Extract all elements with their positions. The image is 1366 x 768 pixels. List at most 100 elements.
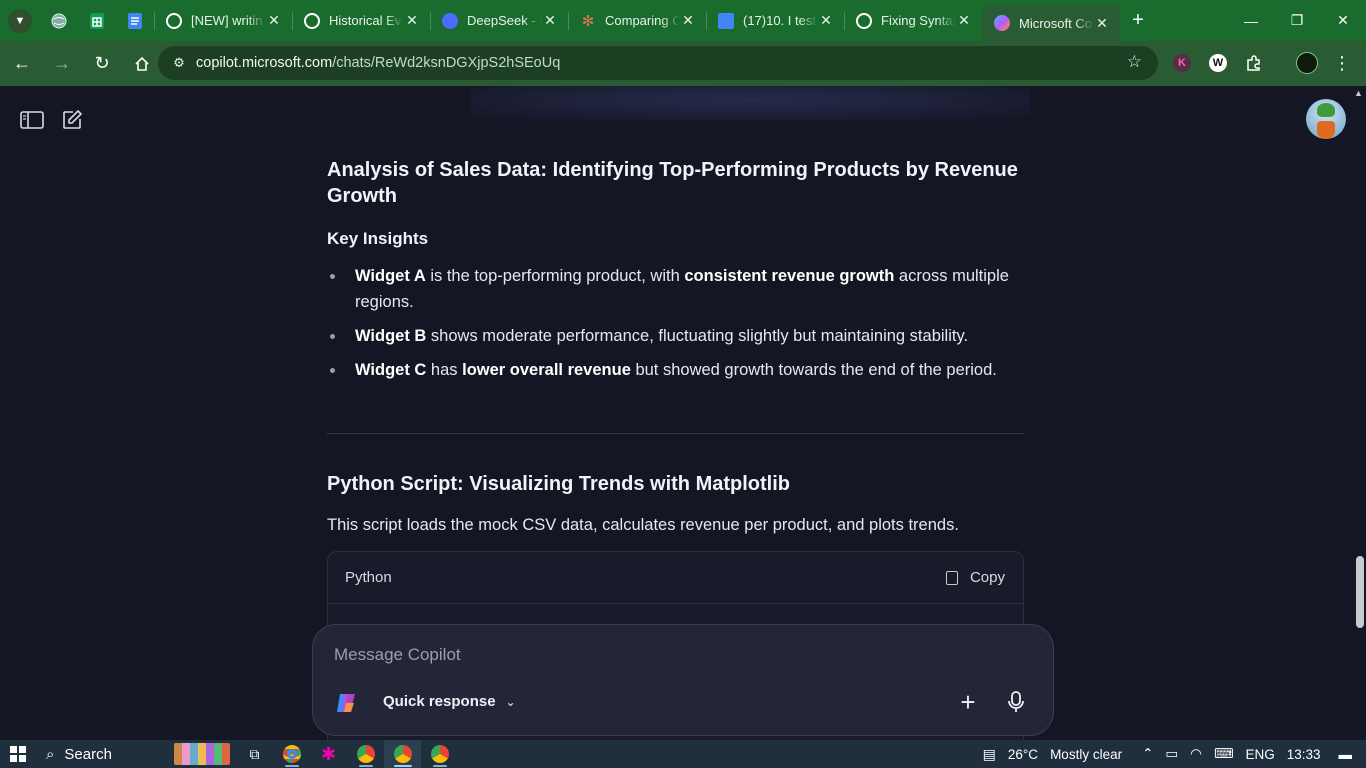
- site-info-icon[interactable]: ⚙: [164, 55, 194, 71]
- close-tab-icon[interactable]: ✕: [542, 12, 558, 29]
- extensions-puzzle-icon[interactable]: [1240, 49, 1268, 77]
- browser-tab-strip: ▼ [NEW] writin ✕ Historical Ev ✕ DeepSee…: [0, 0, 1366, 41]
- start-button[interactable]: [0, 740, 36, 768]
- tab-title: Fixing Syntax: [881, 13, 956, 28]
- battery-icon[interactable]: ▭: [1165, 746, 1178, 762]
- extension-k-icon[interactable]: K: [1168, 49, 1196, 77]
- slack-icon[interactable]: ✱: [310, 740, 347, 768]
- browser-tab[interactable]: [NEW] writin ✕: [154, 0, 292, 41]
- keyboard-icon[interactable]: ⌨: [1214, 746, 1234, 762]
- claude-icon: ✻: [581, 12, 595, 30]
- browser-tab[interactable]: Historical Ev ✕: [292, 0, 430, 41]
- copy-code-button[interactable]: Copy: [945, 569, 1005, 586]
- arrow-right-icon: →: [53, 53, 71, 73]
- forward-button[interactable]: →: [44, 46, 80, 82]
- copilot-logo-icon: [337, 694, 355, 712]
- chrome-icon[interactable]: [347, 740, 384, 768]
- docs-icon: [128, 12, 142, 29]
- plus-icon: +: [1132, 9, 1144, 31]
- attach-plus-button[interactable]: +: [951, 685, 985, 719]
- message-composer: Message Copilot Quick response ⌄ +: [312, 624, 1054, 736]
- tab-title: Historical Ev: [329, 13, 402, 28]
- tab-search-button[interactable]: ▼: [8, 8, 32, 33]
- sidebar-toggle-icon[interactable]: [18, 106, 46, 134]
- close-tab-icon[interactable]: ✕: [266, 12, 282, 29]
- list-item: Widget A is the top-performing product, …: [327, 263, 1024, 315]
- restore-button[interactable]: ❐: [1274, 0, 1320, 41]
- arrow-left-icon: ←: [13, 53, 31, 73]
- windows-taskbar: ⌕ Search ⧉ ✱ ▤ 26°C Mostly clear ⌃ ▭ ◠ ⌨…: [0, 740, 1366, 768]
- code-language-label: Python: [345, 569, 392, 586]
- url-text: copilot.microsoft.com/chats/ReWd2ksnDGXj…: [196, 55, 561, 71]
- message-input[interactable]: Message Copilot: [334, 645, 461, 665]
- response-mode-label: Quick response: [383, 693, 496, 710]
- openai-icon: [856, 12, 872, 29]
- chevron-up-icon[interactable]: ⌃: [1142, 746, 1153, 762]
- openai-icon: [304, 12, 320, 29]
- page-scrollbar[interactable]: ▲: [1352, 86, 1366, 740]
- notifications-icon[interactable]: ▬: [1339, 747, 1353, 762]
- close-tab-icon[interactable]: ✕: [404, 12, 420, 29]
- browser-menu-icon[interactable]: ⋮: [1328, 49, 1356, 77]
- language-indicator[interactable]: ENG: [1245, 747, 1274, 762]
- chevron-down-icon: ▼: [14, 14, 26, 27]
- clock[interactable]: 13:33: [1287, 747, 1321, 762]
- wifi-icon[interactable]: ◠: [1190, 746, 1202, 762]
- list-item: Widget B shows moderate performance, flu…: [327, 323, 1024, 349]
- reload-button[interactable]: ↻: [84, 46, 120, 82]
- chrome-icon[interactable]: [421, 740, 458, 768]
- browser-tab[interactable]: Fixing Syntax ✕: [844, 0, 982, 41]
- sheets-icon: [90, 12, 104, 29]
- scroll-up-icon[interactable]: ▲: [1354, 88, 1363, 98]
- address-bar[interactable]: ⚙ copilot.microsoft.com/chats/ReWd2ksnDG…: [158, 46, 1158, 80]
- weather-icon[interactable]: ▤: [983, 746, 996, 763]
- tab-title: DeepSeek - I: [467, 13, 542, 28]
- openai-icon: [166, 12, 182, 29]
- reload-icon: ↻: [94, 53, 110, 73]
- copy-icon: [945, 570, 958, 585]
- search-icon: ⌕: [46, 745, 55, 763]
- browser-tab[interactable]: (17)10. I test ✕: [706, 0, 844, 41]
- browser-tab-active[interactable]: Microsoft Co ✕: [982, 5, 1120, 41]
- back-button[interactable]: ←: [4, 46, 40, 82]
- profile-avatar-icon[interactable]: [1293, 49, 1321, 77]
- script-heading: Python Script: Visualizing Trends with M…: [327, 473, 790, 495]
- home-button[interactable]: [124, 46, 160, 82]
- close-tab-icon[interactable]: ✕: [680, 12, 696, 29]
- weather-desc[interactable]: Mostly clear: [1050, 747, 1122, 762]
- scrollbar-thumb[interactable]: [1356, 556, 1364, 628]
- chrome-icon[interactable]: [273, 740, 310, 768]
- close-tab-icon[interactable]: ✕: [956, 12, 972, 29]
- minimize-button[interactable]: —: [1228, 0, 1274, 41]
- taskbar-search[interactable]: ⌕ Search: [36, 740, 236, 768]
- browser-tab[interactable]: ✻ Comparing C ✕: [568, 0, 706, 41]
- list-item: Widget C has lower overall revenue but s…: [327, 357, 1024, 383]
- bookmark-star-icon[interactable]: ☆: [1127, 52, 1142, 72]
- deepseek-icon: [442, 12, 458, 29]
- new-chat-icon[interactable]: [58, 106, 86, 134]
- tab-title: (17)10. I test: [743, 13, 816, 28]
- windows-logo-icon: [10, 746, 26, 762]
- copilot-icon: [994, 15, 1010, 31]
- tab-title: Microsoft Co: [1019, 15, 1092, 31]
- copy-label: Copy: [969, 569, 1005, 586]
- chrome-active-icon[interactable]: [384, 740, 421, 768]
- code-block-header: Python Copy: [328, 552, 1023, 604]
- pinned-tab-sheets[interactable]: [78, 0, 116, 41]
- microphone-button[interactable]: [999, 685, 1033, 719]
- close-window-button[interactable]: ✕: [1320, 0, 1366, 41]
- insights-heading: Key Insights: [327, 229, 429, 248]
- user-avatar[interactable]: [1306, 99, 1346, 139]
- weather-temp[interactable]: 26°C: [1008, 747, 1038, 762]
- new-tab-button[interactable]: +: [1120, 9, 1156, 32]
- response-mode-dropdown[interactable]: Quick response ⌄: [383, 693, 516, 710]
- extension-w-icon[interactable]: W: [1204, 49, 1232, 77]
- close-tab-icon[interactable]: ✕: [818, 12, 834, 29]
- pinned-tab-globe[interactable]: [40, 0, 78, 41]
- close-tab-icon[interactable]: ✕: [1094, 15, 1110, 32]
- browser-tab[interactable]: DeepSeek - I ✕: [430, 0, 568, 41]
- task-view-icon[interactable]: ⧉: [236, 740, 273, 768]
- system-tray: ▤ 26°C Mostly clear ⌃ ▭ ◠ ⌨ ENG 13:33 ▬: [983, 740, 1366, 768]
- pinned-tab-docs[interactable]: [116, 0, 154, 41]
- browser-toolbar: ← → ↻ ⚙ copilot.microsoft.com/chats/ReWd…: [0, 41, 1366, 86]
